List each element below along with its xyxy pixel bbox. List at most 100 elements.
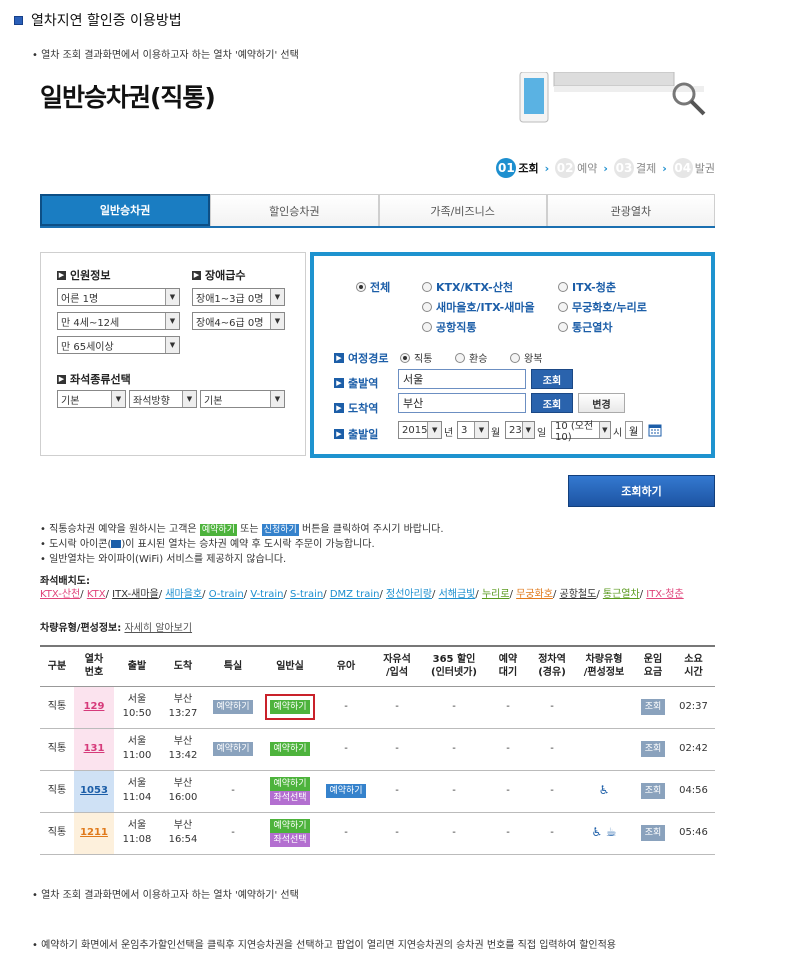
- progress-steps: 01 조회 › 02 예약 › 03 결제 › 04 발권: [496, 158, 715, 178]
- seat-layout-link[interactable]: 누리로: [482, 589, 510, 600]
- table-cell: 부산 13:42: [160, 728, 206, 771]
- swap-stations-button[interactable]: 변경: [578, 393, 625, 413]
- route-transfer-radio[interactable]: 환승: [455, 350, 487, 365]
- seat-layout-link[interactable]: V-train: [250, 589, 283, 600]
- seat-layout-link[interactable]: ITX-청춘: [646, 589, 683, 600]
- fare-lookup-button[interactable]: 조회: [640, 699, 666, 715]
- senior-select[interactable]: 만 65세이상 ▼: [57, 336, 180, 354]
- train-number-link[interactable]: 129: [79, 700, 109, 714]
- seat-select-button[interactable]: 좌석선택: [270, 833, 310, 847]
- search-button[interactable]: 조회하기: [568, 475, 715, 507]
- type-ktx-radio[interactable]: KTX/KTX-산천: [422, 279, 513, 295]
- seat-layout-link[interactable]: S-train: [290, 589, 323, 600]
- route-direct-radio[interactable]: 직통: [400, 350, 432, 365]
- train-number-link[interactable]: 131: [79, 742, 109, 756]
- column-header: 출발: [114, 645, 160, 687]
- disability-1-3-select[interactable]: 장애1~3급 0명 ▼: [192, 288, 285, 306]
- arrival-input[interactable]: 부산: [398, 393, 526, 413]
- tab-family-business[interactable]: 가족/비즈니스: [378, 194, 547, 226]
- table-cell: 예약하기: [206, 686, 260, 729]
- dropdown-arrow-icon: ▼: [111, 391, 125, 407]
- fare-lookup-button[interactable]: 조회: [640, 741, 666, 757]
- waitlist: -: [506, 743, 510, 754]
- month-select[interactable]: 3 ▼: [457, 421, 489, 439]
- seat-layout-link[interactable]: 새마을호: [165, 589, 202, 600]
- table-cell: 직통: [40, 812, 74, 855]
- year-select[interactable]: 2015 ▼: [398, 421, 442, 439]
- seat-layout-link[interactable]: 무궁화호: [516, 589, 553, 600]
- day-select[interactable]: 23 ▼: [505, 421, 535, 439]
- notice-1: • 직통승차권 예약을 원하시는 고객은 예약하기 또는 신청하기 버튼을 클릭…: [40, 524, 444, 536]
- table-cell: 131: [74, 728, 114, 771]
- date-label: ▶ 출발일: [334, 426, 378, 442]
- route-roundtrip-radio[interactable]: 왕복: [510, 350, 542, 365]
- train-number-link[interactable]: 1211: [79, 826, 109, 840]
- table-cell: 서울 10:50: [114, 686, 160, 729]
- stops: -: [550, 701, 554, 712]
- infant-unavailable: -: [344, 827, 348, 838]
- table-cell: 예약하기 좌석선택: [260, 812, 320, 855]
- infant-unavailable: -: [344, 701, 348, 712]
- departure-label: ▶ 출발역: [334, 375, 378, 391]
- general-reserve-button[interactable]: 예약하기: [270, 819, 310, 833]
- train-kind: 직통: [47, 701, 67, 712]
- tab-discount[interactable]: 할인승차권: [210, 194, 379, 226]
- arrival-lookup-button[interactable]: 조회: [531, 393, 573, 413]
- seat-layout-link[interactable]: O-train: [209, 589, 244, 600]
- type-itx-cheongchun-radio[interactable]: ITX-청춘: [558, 279, 616, 295]
- stops: -: [550, 785, 554, 796]
- infant-reserve-button[interactable]: 예약하기: [326, 784, 366, 798]
- fare-lookup-button[interactable]: 조회: [640, 825, 666, 841]
- departure-input[interactable]: 서울: [398, 369, 526, 389]
- type-airport-radio[interactable]: 공항직통: [422, 319, 476, 335]
- vehicle-detail-link[interactable]: 자세히 알아보기: [124, 623, 192, 634]
- people-heading: ▶ 인원정보: [57, 269, 111, 282]
- seat-layout-link[interactable]: DMZ train: [330, 589, 380, 600]
- table-cell: -: [486, 812, 530, 855]
- premium-reserve-button[interactable]: 예약하기: [213, 742, 253, 756]
- disability-4-6-select[interactable]: 장애4~6급 0명 ▼: [192, 312, 285, 330]
- type-commuter-radio[interactable]: 통근열차: [558, 319, 612, 335]
- fare-lookup-button[interactable]: 조회: [640, 783, 666, 799]
- departure-station: 서울: [127, 778, 147, 789]
- seat-direction-select[interactable]: 좌석방향 ▼: [129, 390, 197, 408]
- seat-layout-link[interactable]: 공항철도: [560, 589, 597, 600]
- seat-layout-link[interactable]: 정선아리랑: [386, 589, 432, 600]
- seat-layout-link[interactable]: 통근열차: [603, 589, 640, 600]
- stops: -: [550, 743, 554, 754]
- table-cell: -: [530, 770, 574, 813]
- seat-layout-link[interactable]: 서해금빛: [439, 589, 476, 600]
- seat-select-button[interactable]: 좌석선택: [270, 791, 310, 805]
- dropdown-arrow-icon: ▼: [182, 391, 196, 407]
- tab-tour[interactable]: 관광열차: [546, 194, 715, 226]
- arrow-icon: ▶: [334, 353, 344, 363]
- seat-layout-link[interactable]: KTX: [87, 589, 106, 600]
- departure-lookup-button[interactable]: 조회: [531, 369, 573, 389]
- general-reserve-button[interactable]: 예약하기: [270, 742, 310, 756]
- type-mugunghwa-radio[interactable]: 무궁화호/누리로: [558, 299, 647, 315]
- seat-type-select[interactable]: 기본 ▼: [57, 390, 126, 408]
- hour-select[interactable]: 10 (오전10) ▼: [551, 421, 611, 443]
- train-number-link[interactable]: 1053: [79, 784, 109, 798]
- instruction-1: • 열차 조회 결과화면에서 이용하고자 하는 열차 '예약하기' 선택: [32, 50, 299, 61]
- general-reserve-button[interactable]: 예약하기: [270, 700, 310, 714]
- waitlist: -: [506, 827, 510, 838]
- adult-select[interactable]: 어른 1명 ▼: [57, 288, 180, 306]
- table-cell: 조회: [634, 770, 672, 813]
- table-cell: 1211: [74, 812, 114, 855]
- lunchbox-icon: [111, 540, 122, 548]
- dropdown-arrow-icon: ▼: [270, 289, 284, 305]
- seat-option-select[interactable]: 기본 ▼: [200, 390, 285, 408]
- seat-layout-link[interactable]: ITX-새마을: [112, 589, 159, 600]
- free-seat: -: [395, 827, 399, 838]
- table-row: 직통 1053 서울 11:04 부산 16:00- 예약하기 좌석선택 예약하기 - - - - ♿ 조회…: [40, 770, 715, 813]
- seat-layout-link[interactable]: KTX-산천: [40, 589, 80, 600]
- type-saemaeul-radio[interactable]: 새마을호/ITX-새마을: [422, 299, 535, 315]
- calendar-icon[interactable]: [648, 423, 662, 437]
- child-select[interactable]: 만 4세~12세 ▼: [57, 312, 180, 330]
- tab-general[interactable]: 일반승차권: [40, 194, 211, 226]
- general-reserve-button[interactable]: 예약하기: [270, 777, 310, 791]
- type-all-radio[interactable]: 전체: [356, 279, 390, 295]
- premium-reserve-button[interactable]: 예약하기: [213, 700, 253, 714]
- dropdown-arrow-icon: ▼: [165, 289, 179, 305]
